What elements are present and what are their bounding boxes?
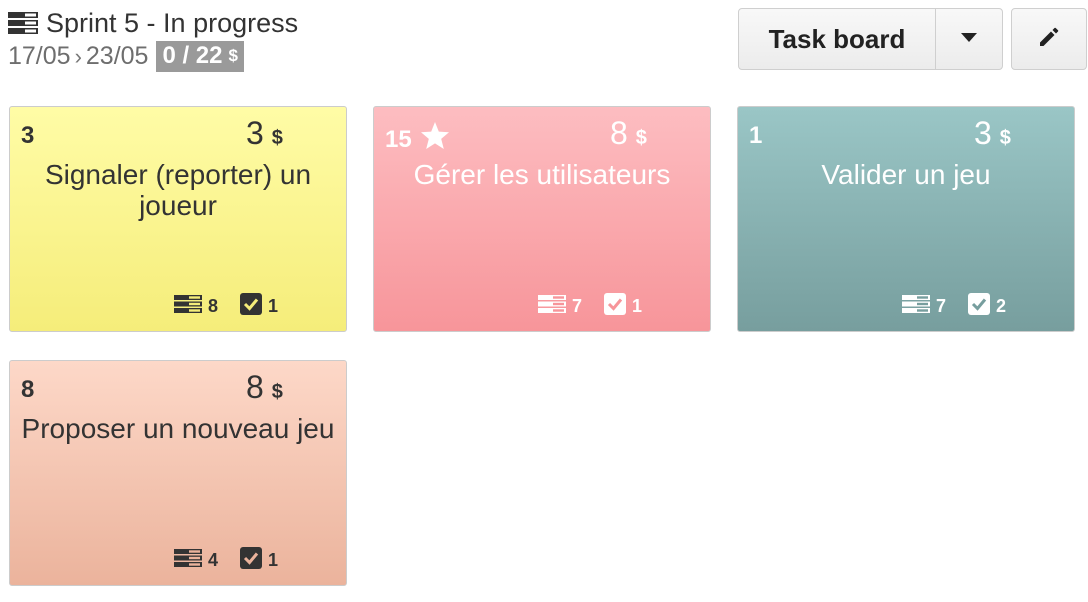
sprint-title-row: Sprint 5 - In progress	[8, 6, 608, 40]
caret-down-icon	[961, 30, 977, 48]
card-done-count: 1	[268, 296, 279, 316]
card-tasks-count: 8	[208, 296, 219, 316]
card-effort-currency: $	[271, 381, 283, 403]
card-footer: 4 1	[174, 547, 278, 574]
card-effort: 8 $	[246, 369, 283, 406]
card-done-count: 1	[268, 550, 279, 570]
date-separator: ›	[74, 43, 82, 69]
card-priority: 15	[385, 122, 450, 157]
sprint-points-badge: 0 / 22 $	[156, 41, 244, 72]
checkbox-checked-icon	[968, 293, 991, 320]
card-effort: 3 $	[974, 115, 1011, 152]
sprint-header: Sprint 5 - In progress 17/05 › 23/05 0 /…	[8, 6, 608, 72]
view-toolbar: Task board	[738, 8, 1087, 70]
card-footer: 8 1	[174, 293, 278, 320]
edit-button[interactable]	[1011, 8, 1087, 70]
story-card[interactable]: 8 8 $ Proposer un nouveau jeu 4 1	[9, 360, 347, 586]
star-icon	[412, 122, 450, 157]
card-priority-value: 3	[21, 122, 35, 149]
card-tasks-count: 7	[936, 296, 947, 316]
card-effort-currency: $	[271, 127, 283, 149]
card-effort-value: 3	[246, 115, 264, 151]
card-footer: 7 1	[538, 293, 642, 320]
task-board-button[interactable]: Task board	[739, 9, 936, 69]
story-card[interactable]: 15 8 $ Gérer les utilisateurs 7 1	[373, 106, 711, 332]
tasks-icon	[174, 549, 202, 572]
view-dropdown-button[interactable]	[936, 9, 1002, 69]
sprint-dates: 17/05 › 23/05 0 / 22 $	[8, 41, 608, 72]
card-title: Signaler (reporter) un joueur	[44, 159, 312, 221]
tasks-icon	[174, 295, 202, 318]
card-effort-currency: $	[635, 127, 647, 149]
card-effort-value: 8	[246, 369, 264, 405]
sprint-end-date: 23/05	[85, 42, 149, 70]
card-tasks-count: 7	[572, 296, 583, 316]
sprint-points-currency: $	[228, 46, 238, 65]
card-effort-value: 8	[610, 115, 628, 151]
tasks-icon	[902, 295, 930, 318]
card-priority-value: 8	[21, 376, 35, 403]
sprint-points: 0 / 22	[162, 42, 223, 69]
story-card[interactable]: 1 3 $ Valider un jeu 7 2	[737, 106, 1075, 332]
card-tasks-count: 4	[208, 550, 219, 570]
card-title: Proposer un nouveau jeu	[21, 413, 335, 444]
checkbox-checked-icon	[240, 293, 263, 320]
card-footer: 7 2	[902, 293, 1006, 320]
story-card[interactable]: 3 3 $ Signaler (reporter) un joueur 8 1	[9, 106, 347, 332]
card-priority: 8	[21, 376, 34, 404]
sprint-start-date: 17/05	[8, 42, 71, 70]
card-effort: 8 $	[610, 115, 647, 152]
pencil-icon	[1037, 25, 1061, 54]
card-title: Valider un jeu	[821, 159, 991, 190]
card-done-count: 1	[632, 296, 643, 316]
card-priority-value: 1	[749, 122, 763, 149]
sprint-title: Sprint 5 - In progress	[46, 7, 299, 38]
view-selector: Task board	[738, 8, 1003, 70]
card-priority: 1	[749, 122, 762, 150]
checkbox-checked-icon	[240, 547, 263, 574]
card-effort-value: 3	[974, 115, 992, 151]
backlog-list-icon	[8, 12, 38, 34]
card-done-count: 2	[996, 296, 1007, 316]
card-priority: 3	[21, 122, 34, 150]
card-priority-value: 15	[385, 125, 412, 153]
card-title: Gérer les utilisateurs	[413, 159, 671, 190]
card-effort: 3 $	[246, 115, 283, 152]
tasks-icon	[538, 295, 566, 318]
card-effort-currency: $	[999, 127, 1011, 149]
checkbox-checked-icon	[604, 293, 627, 320]
